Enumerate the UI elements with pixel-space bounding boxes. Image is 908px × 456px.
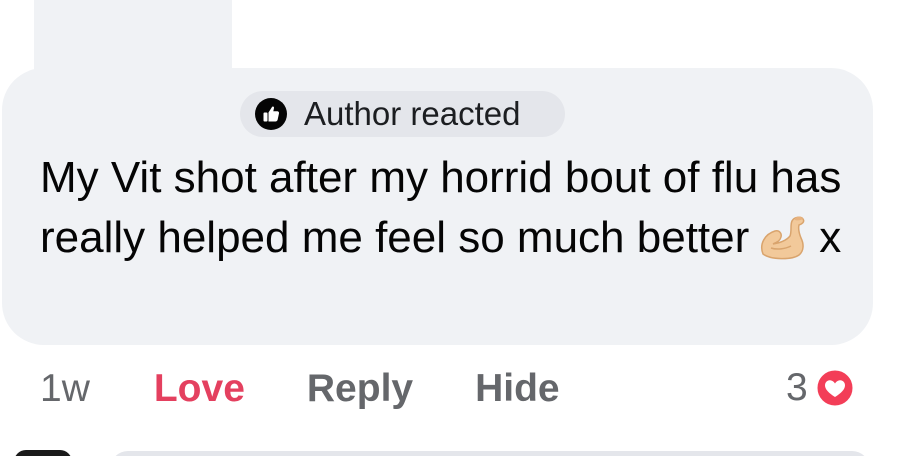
comment-end: x [819, 213, 842, 262]
next-comment-bubble [110, 451, 870, 456]
comment-actions: 1w Love Reply Hide [40, 362, 560, 416]
comment-body: My Vit shot after my horrid bout of flu … [40, 153, 842, 262]
author-reacted-label: Author reacted [304, 95, 521, 132]
avatar [14, 450, 72, 456]
reply-button[interactable]: Reply [307, 367, 413, 411]
like-thumb-icon [255, 98, 287, 130]
comment-screen: Author reacted My Vit shot after my horr… [0, 0, 908, 456]
author-reacted-badge[interactable]: Author reacted [240, 91, 565, 137]
reaction-summary[interactable]: 3 [786, 365, 856, 411]
comment-timestamp[interactable]: 1w [40, 367, 90, 411]
flexed-biceps-icon [761, 216, 805, 260]
heart-reaction-icon [814, 367, 856, 409]
reaction-count: 3 [786, 366, 808, 409]
redacted-author-name [34, 0, 232, 141]
comment-text: My Vit shot after my horrid bout of flu … [40, 148, 860, 268]
hide-button[interactable]: Hide [475, 367, 560, 411]
love-button[interactable]: Love [154, 367, 245, 411]
